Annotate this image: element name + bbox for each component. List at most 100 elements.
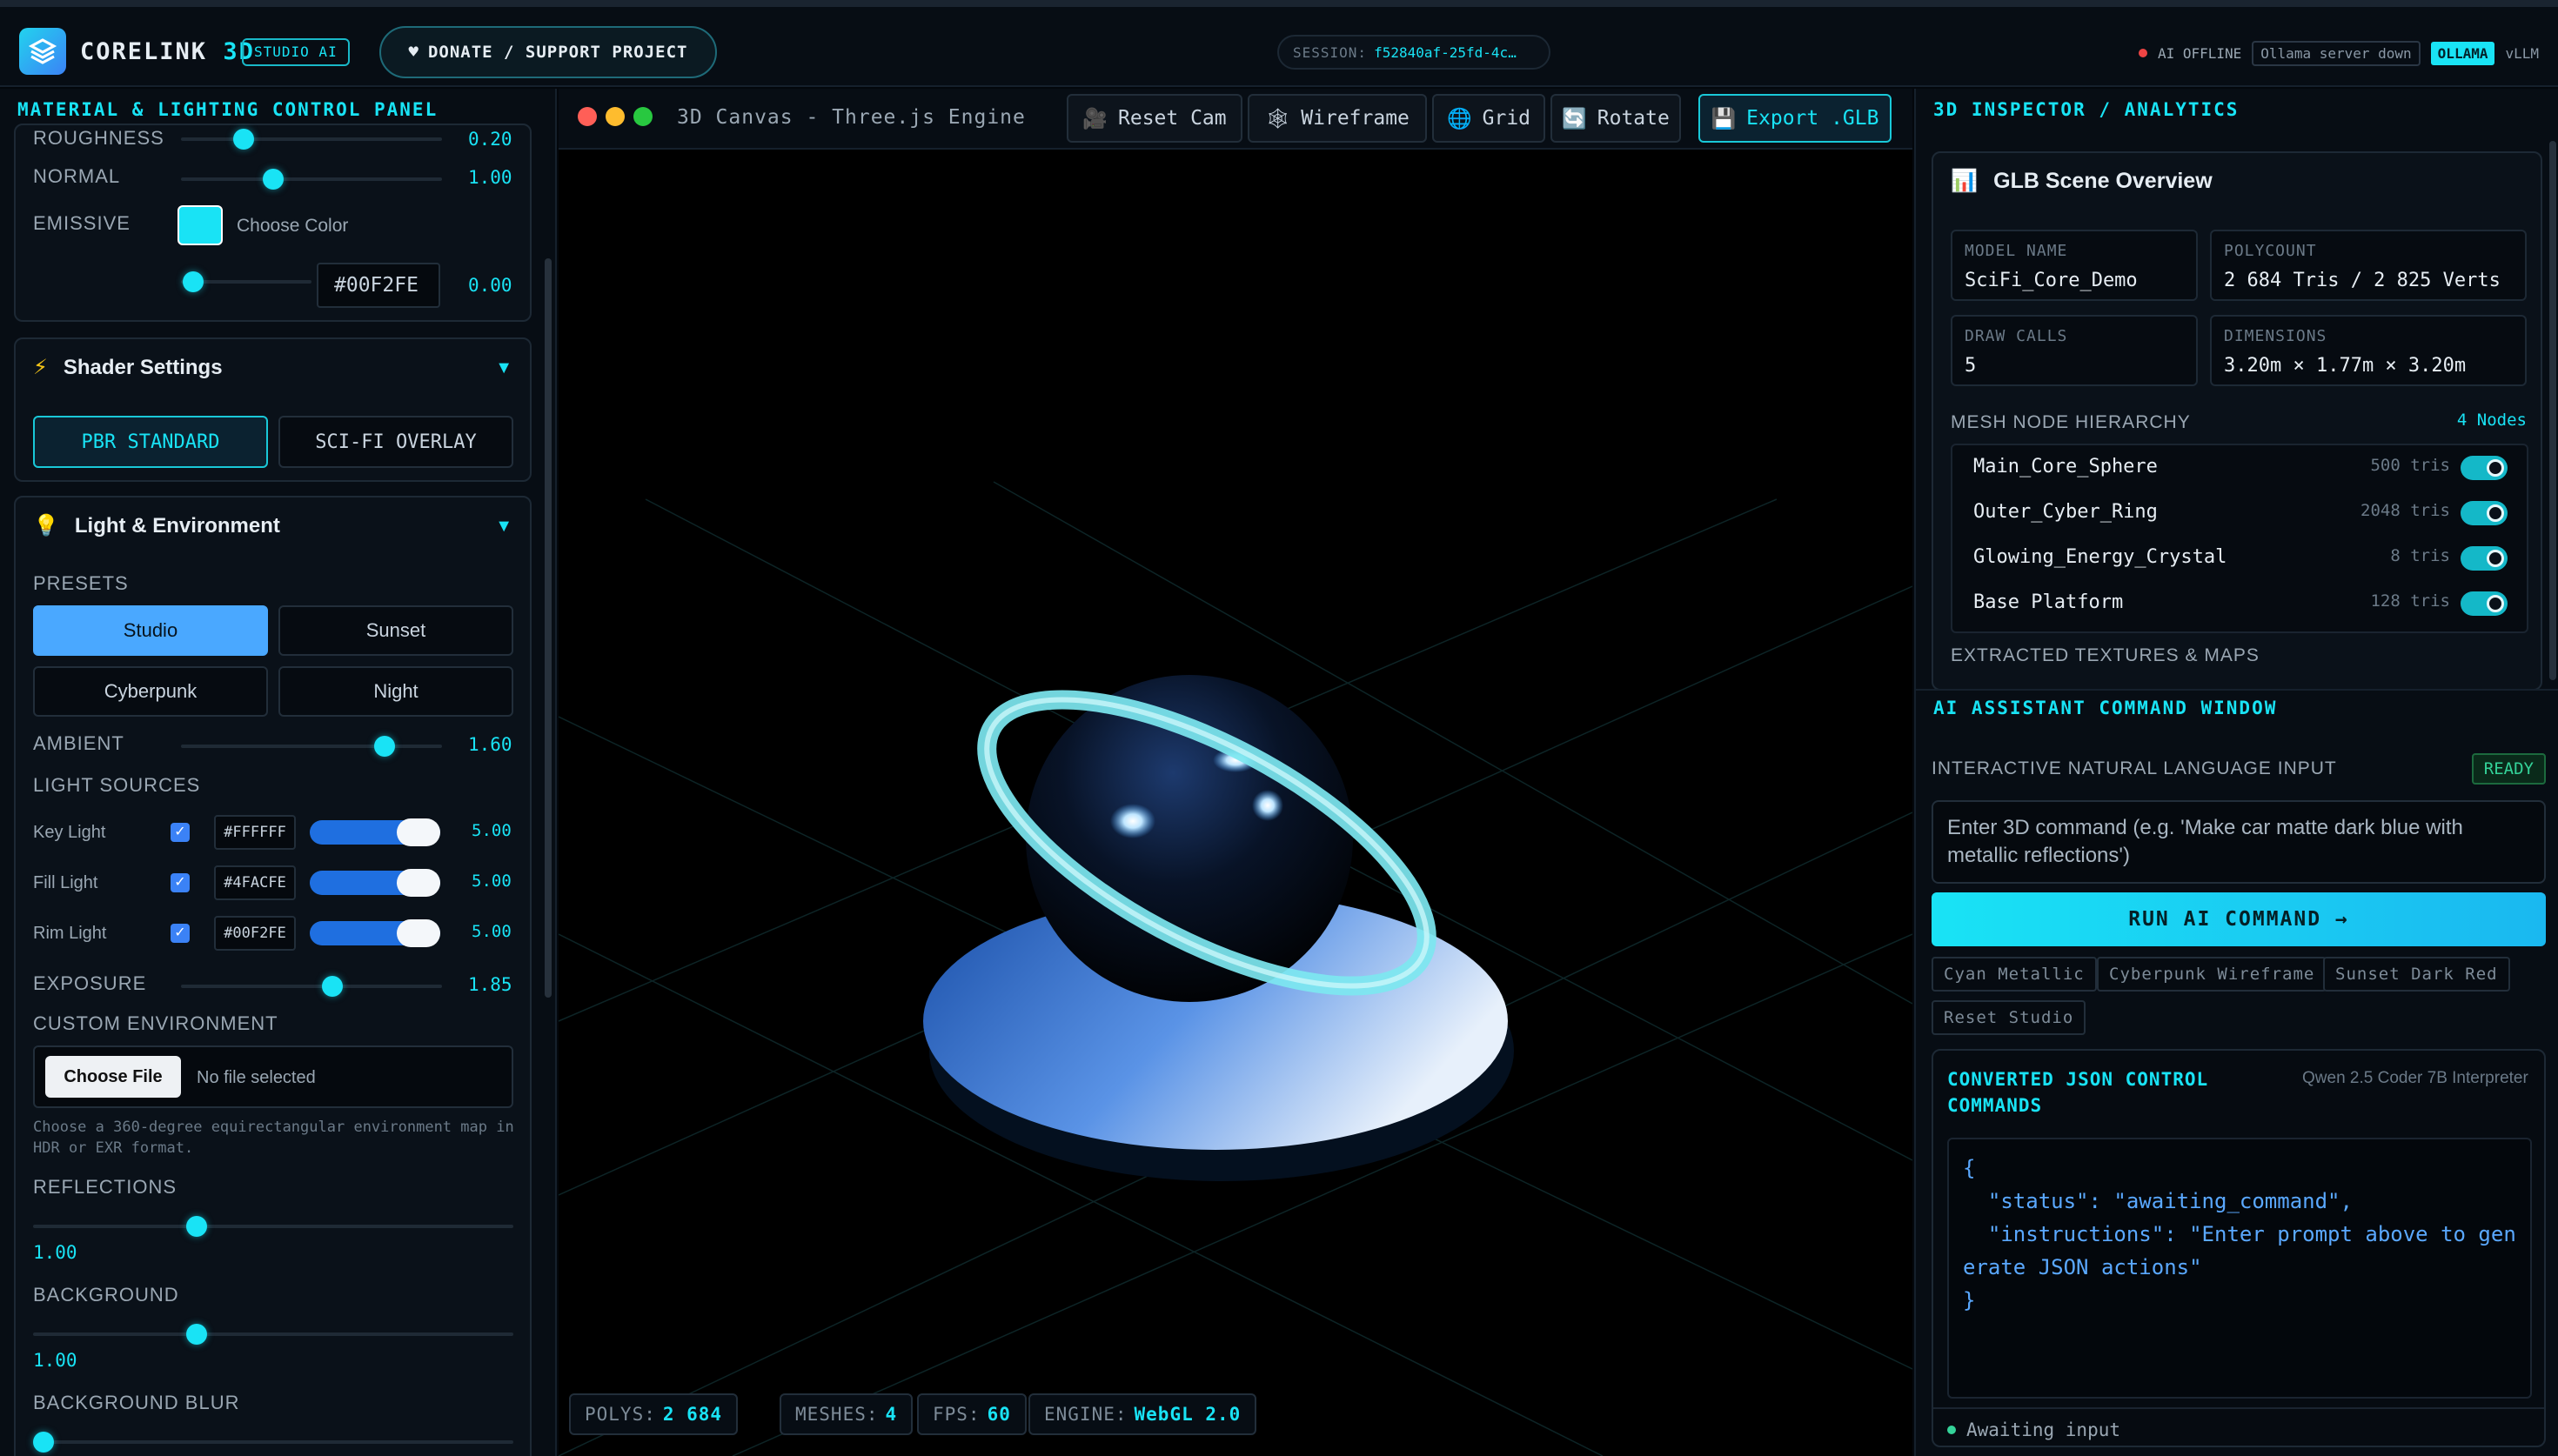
emissive-color-swatch[interactable] xyxy=(177,205,223,245)
fill-light-hex-input[interactable]: #4FACFE xyxy=(214,865,296,900)
top-bar: CORELINK 3D STUDIO AI ♥ DONATE / SUPPORT … xyxy=(0,0,2558,87)
shader-settings-header[interactable]: ⚡ Shader Settings xyxy=(33,355,223,380)
vllm-toggle[interactable]: vLLM xyxy=(2505,45,2539,62)
ai-assistant-window: AI ASSISTANT COMMAND WINDOW INTERACTIVE … xyxy=(1916,689,2558,1456)
background-slider[interactable] xyxy=(33,1324,513,1345)
mesh-node-tris: 500 tris xyxy=(2370,456,2450,475)
fill-light-slider[interactable] xyxy=(310,869,440,897)
inspector-title: 3D INSPECTOR / ANALYTICS xyxy=(1933,99,2240,120)
minimize-dot-icon xyxy=(606,107,625,126)
model-name-value: SciFi_Core_Demo xyxy=(1965,270,2138,291)
preset-cyberpunk-button[interactable]: Cyberpunk xyxy=(33,666,268,717)
visibility-toggle[interactable] xyxy=(2461,501,2508,525)
key-light-row: Key Light ✓ #FFFFFF 5.00 xyxy=(16,811,533,854)
reflections-slider[interactable] xyxy=(33,1216,513,1237)
save-icon: 💾 xyxy=(1711,107,1737,130)
mesh-node-row[interactable]: Glowing_Energy_Crystal 8 tris xyxy=(1973,536,2525,579)
run-ai-command-button[interactable]: RUN AI COMMAND → xyxy=(1932,892,2546,946)
material-card: ROUGHNESS 0.20 NORMAL 1.00 EMISSIVE Choo… xyxy=(14,124,532,322)
rim-light-checkbox[interactable]: ✓ xyxy=(171,924,190,943)
lightning-icon: ⚡ xyxy=(33,356,48,379)
export-glb-button[interactable]: 💾 Export .GLB xyxy=(1698,94,1892,143)
light-sources-label: LIGHT SOURCES xyxy=(33,774,201,796)
heart-icon: ♥ xyxy=(408,43,419,62)
preset-chip-sunset-dark-red[interactable]: Sunset Dark Red xyxy=(2323,957,2510,992)
light-environment-header[interactable]: 💡 Light & Environment xyxy=(33,513,280,538)
key-light-hex-input[interactable]: #FFFFFF xyxy=(214,815,296,850)
emissive-intensity-slider[interactable] xyxy=(181,271,311,292)
grid-button[interactable]: 🌐 Grid xyxy=(1432,94,1545,143)
background-label: BACKGROUND xyxy=(33,1284,179,1306)
preset-chip-cyan-metallic[interactable]: Cyan Metallic xyxy=(1932,957,2097,992)
node-count: 4 Nodes xyxy=(2456,411,2527,430)
ollama-toggle[interactable]: OLLAMA xyxy=(2430,41,2495,65)
awaiting-label: Awaiting input xyxy=(1966,1419,2121,1440)
control-panel-scrollbar[interactable] xyxy=(545,258,552,998)
chevron-down-icon[interactable]: ▼ xyxy=(495,517,512,537)
normal-slider[interactable] xyxy=(181,169,442,190)
status-area: AI OFFLINE Ollama server down OLLAMA vLL… xyxy=(2138,38,2539,68)
polys-label: POLYS: xyxy=(585,1404,656,1425)
session-pill: SESSION: f52840af-25fd-4c… xyxy=(1277,35,1550,70)
mesh-node-row[interactable]: Base Platform 128 tris xyxy=(1973,581,2525,624)
rim-light-hex-input[interactable]: #00F2FE xyxy=(214,916,296,951)
fill-light-checkbox[interactable]: ✓ xyxy=(171,873,190,892)
polys-stat: POLYS: 2 684 xyxy=(569,1393,739,1435)
key-light-checkbox[interactable]: ✓ xyxy=(171,823,190,842)
ollama-status-note: Ollama server down xyxy=(2252,40,2421,66)
inspector-panel: 3D INSPECTOR / ANALYTICS 📊 GLB Scene Over… xyxy=(1914,89,2558,1456)
roughness-value: 0.20 xyxy=(468,129,512,150)
draw-calls-value: 5 xyxy=(1965,355,1977,377)
chevron-down-icon[interactable]: ▼ xyxy=(495,358,512,378)
rim-light-slider[interactable] xyxy=(310,919,440,947)
ai-command-input[interactable]: Enter 3D command (e.g. 'Make car matte d… xyxy=(1932,800,2546,884)
mesh-node-row[interactable]: Main_Core_Sphere 500 tris xyxy=(1973,445,2525,489)
rotate-button[interactable]: 🔄 Rotate xyxy=(1550,94,1681,143)
inspector-scrollbar[interactable] xyxy=(2549,141,2556,680)
mesh-node-row[interactable]: Outer_Cyber_Ring 2048 tris xyxy=(1973,491,2525,534)
emissive-value: 0.00 xyxy=(468,275,512,296)
light-environment-card: 💡 Light & Environment ▼ PRESETS Studio Su… xyxy=(14,496,532,1456)
preset-studio-button[interactable]: Studio xyxy=(33,605,268,656)
app-name: CORELINK xyxy=(80,38,208,65)
normal-value: 1.00 xyxy=(468,167,512,188)
draw-calls-label: DRAW CALLS xyxy=(1965,327,2068,345)
glb-overview-header: 📊 GLB Scene Overview xyxy=(1951,169,2213,194)
normal-slider-knob[interactable] xyxy=(263,169,284,190)
control-panel: MATERIAL & LIGHTING CONTROL PANEL ROUGHN… xyxy=(0,89,557,1456)
environment-file-input[interactable]: Choose File No file selected xyxy=(33,1045,513,1108)
exposure-slider[interactable] xyxy=(181,976,442,997)
scifi-overlay-button[interactable]: SCI-FI OVERLAY xyxy=(278,416,513,468)
preset-sunset-button[interactable]: Sunset xyxy=(278,605,513,656)
rim-light-label: Rim Light xyxy=(33,924,107,943)
key-light-value: 5.00 xyxy=(472,821,512,840)
shader-settings-card: ⚡ Shader Settings ▼ PBR STANDARD SCI-FI O… xyxy=(14,337,532,482)
wireframe-button[interactable]: 🕸 Wireframe xyxy=(1248,94,1427,143)
roughness-slider[interactable] xyxy=(181,129,442,150)
roughness-label: ROUGHNESS xyxy=(33,127,164,149)
preset-chip-cyberpunk-wireframe[interactable]: Cyberpunk Wireframe xyxy=(2097,957,2327,992)
mesh-node-tris: 2048 tris xyxy=(2360,501,2450,520)
visibility-toggle[interactable] xyxy=(2461,456,2508,480)
key-light-slider[interactable] xyxy=(310,818,440,846)
donate-button[interactable]: ♥ DONATE / SUPPORT PROJECT xyxy=(379,26,717,78)
ambient-slider[interactable] xyxy=(181,736,442,757)
pbr-standard-button[interactable]: PBR STANDARD xyxy=(33,416,268,468)
background-blur-slider[interactable] xyxy=(33,1432,513,1453)
choose-file-button[interactable]: Choose File xyxy=(45,1056,181,1098)
app-title: CORELINK 3D xyxy=(80,38,255,65)
maximize-dot-icon xyxy=(633,107,653,126)
preset-night-button[interactable]: Night xyxy=(278,666,513,717)
preset-chip-reset-studio[interactable]: Reset Studio xyxy=(1932,1000,2086,1035)
3d-viewport[interactable] xyxy=(559,151,1912,1456)
camera-icon: 🎥 xyxy=(1082,107,1108,130)
awaiting-status: Awaiting input xyxy=(1947,1419,2120,1440)
emissive-hex-input[interactable]: #00F2FE xyxy=(317,263,440,308)
meshes-label: MESHES: xyxy=(795,1404,879,1425)
visibility-toggle[interactable] xyxy=(2461,591,2508,616)
visibility-toggle[interactable] xyxy=(2461,546,2508,571)
logo-icon xyxy=(19,28,66,75)
dimensions-value: 3.20m × 1.77m × 3.20m xyxy=(2224,355,2467,377)
grid-label: Grid xyxy=(1482,107,1531,130)
reset-cam-button[interactable]: 🎥 Reset Cam xyxy=(1067,94,1242,143)
